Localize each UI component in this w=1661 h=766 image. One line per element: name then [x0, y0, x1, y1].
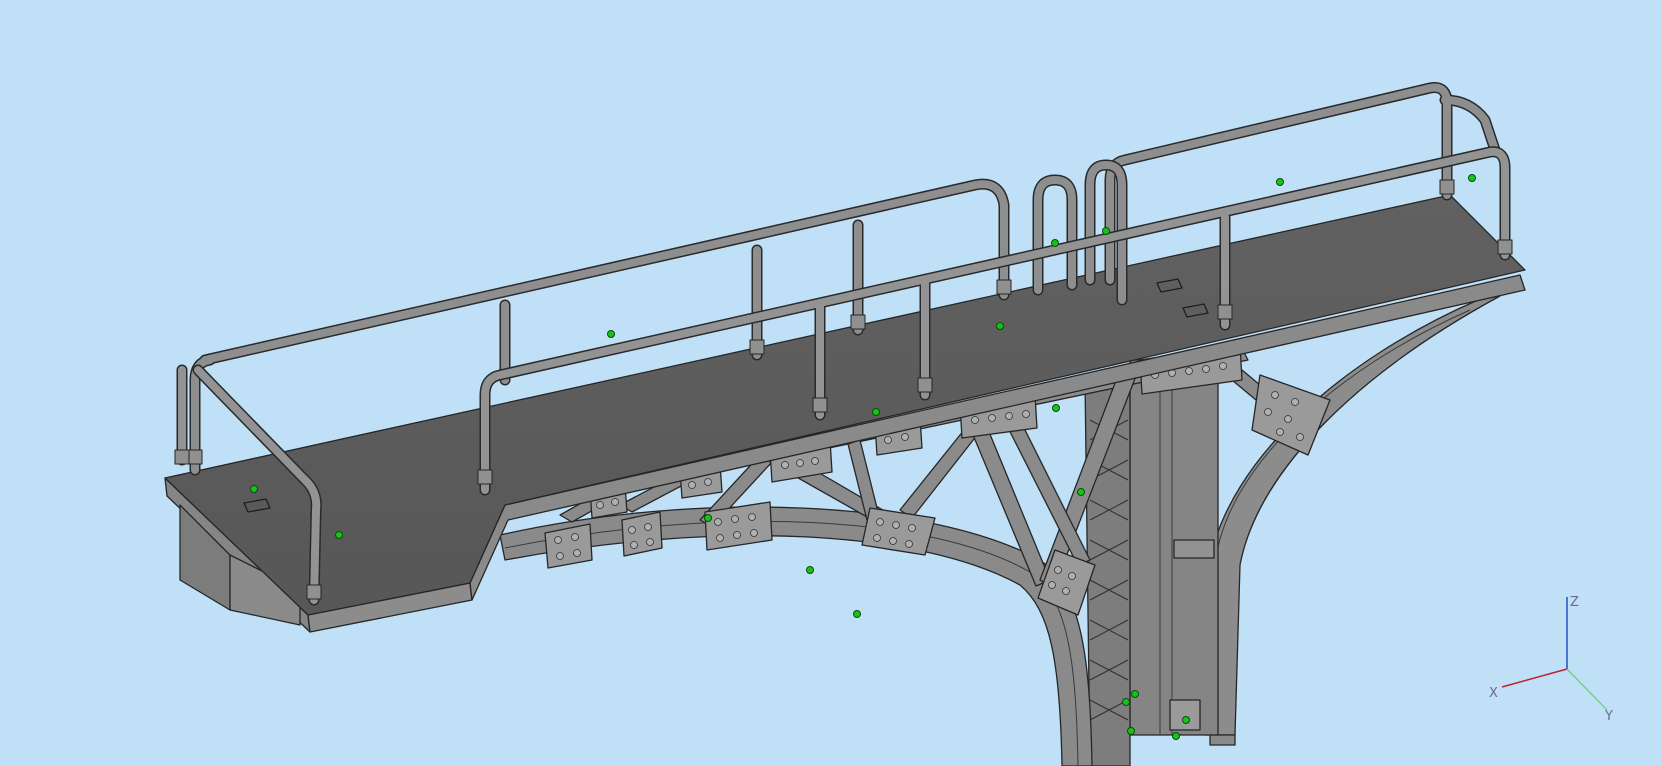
vertex-marker [1182, 716, 1190, 724]
vertex-marker [1131, 690, 1139, 698]
vertex-marker [1127, 727, 1135, 735]
z-axis-label: Z [1570, 595, 1579, 610]
3d-viewport[interactable]: Z X Y [0, 0, 1661, 766]
vertex-marker [1172, 732, 1180, 740]
vertex-marker [996, 322, 1004, 330]
vertex-marker [1122, 698, 1130, 706]
vertex-marker [1051, 239, 1059, 247]
vertex-marker [1052, 404, 1060, 412]
vertex-marker [1468, 174, 1476, 182]
vertex-marker [1102, 227, 1110, 235]
outer-arch-brace [1204, 295, 1501, 736]
vertex-marker [853, 610, 861, 618]
y-axis-line [1566, 668, 1608, 711]
model-view[interactable]: Z X Y [0, 0, 1661, 766]
x-axis-line [1501, 668, 1568, 688]
vertex-marker [607, 330, 615, 338]
vertex-marker [250, 485, 258, 493]
axis-triad: Z X Y [1489, 595, 1613, 724]
vertex-marker [1077, 488, 1085, 496]
x-axis-label: X [1489, 686, 1498, 701]
y-axis-label: Y [1604, 709, 1613, 724]
vertex-marker [704, 514, 712, 522]
vertex-marker [872, 408, 880, 416]
vertex-marker [806, 566, 814, 574]
vertex-marker [1276, 178, 1284, 186]
vertex-marker [335, 531, 343, 539]
